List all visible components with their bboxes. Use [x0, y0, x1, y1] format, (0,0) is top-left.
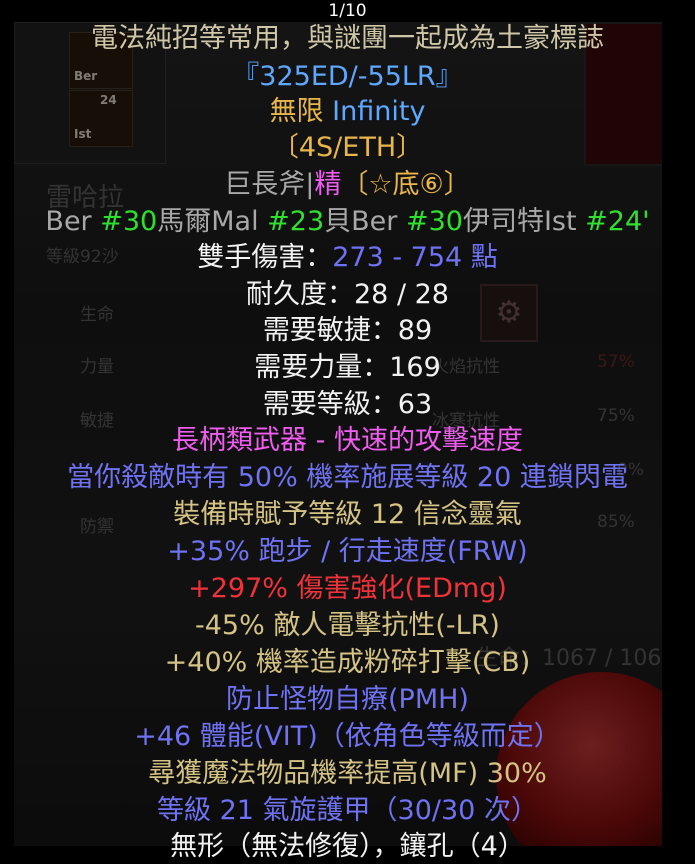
damage-label: 雙手傷害：	[197, 242, 333, 273]
durability: 耐久度：28 / 28	[246, 279, 449, 310]
mod-frw: +35% 跑步 / 行走速度(FRW)	[167, 536, 528, 567]
rune-number: #30	[100, 206, 158, 237]
base-extra: 〔☆底⑥〕	[341, 169, 471, 200]
tooltip-header: 電法純招等常用，與謎團一起成為土豪標誌	[91, 23, 604, 54]
damage-value: 273 - 754 點	[332, 242, 498, 273]
item-tooltip: 電法純招等常用，與謎團一起成為土豪標誌 『325ED/-55LR』 無限 Inf…	[0, 22, 695, 862]
rune-number: #23	[267, 206, 325, 237]
item-name-en: Infinity	[332, 96, 426, 127]
rune-name: Ber	[45, 206, 101, 237]
required-strength: 需要力量：169	[254, 352, 441, 383]
mod-chain-lightning: 當你殺敵時有 50% 機率施展等級 20 連鎖閃電	[67, 462, 628, 493]
mod-lr: -45% 敵人電擊抗性(-LR)	[195, 610, 500, 641]
required-dexterity: 需要敏捷：89	[262, 315, 433, 346]
mod-ethereal-socketed: 無形（無法修復），鑲孔（4）	[170, 831, 525, 862]
item-stats-summary: 『325ED/-55LR』	[232, 61, 463, 92]
runeword-runes: Ber #30馬爾Mal #23貝Ber #30伊司特Ist #24'	[0, 205, 695, 239]
mod-mf: 尋獲魔法物品機率提高(MF) 30%	[148, 758, 547, 789]
damage-line: 雙手傷害：273 - 754 點	[0, 241, 695, 275]
mod-cyclone-armor: 等級 21 氣旋護甲（30/30 次）	[157, 795, 538, 826]
rune-name: 伊司特Ist	[462, 206, 586, 237]
mod-conviction-aura: 裝備時賦予等級 12 信念靈氣	[173, 499, 522, 530]
rune-name: 貝Ber	[324, 206, 406, 237]
rune-number: #30	[405, 206, 463, 237]
rune-number: #24'	[585, 206, 650, 237]
item-name-cn: 無限	[269, 96, 324, 127]
weapon-class: 長柄類武器 - 快速的攻擊速度	[172, 425, 523, 456]
base-quality: 精	[314, 169, 342, 200]
base-separator: |	[305, 169, 315, 200]
item-name: 無限 Infinity	[0, 95, 695, 129]
mod-cb: +40% 機率造成粉碎打擊(CB)	[164, 647, 531, 678]
mod-pmh: 防止怪物自療(PMH)	[226, 684, 469, 715]
mod-vit: +46 體能(VIT)（依角色等級而定）	[134, 721, 561, 752]
base-item: 巨長斧	[224, 169, 306, 200]
item-base: 巨長斧|精〔☆底⑥〕	[0, 168, 695, 202]
mod-edmg: +297% 傷害強化(EDmg)	[188, 573, 507, 604]
rune-name: 馬爾Mal	[157, 206, 268, 237]
required-level: 需要等級：63	[262, 389, 433, 420]
page-counter: 1/10	[0, 0, 695, 22]
item-sockets: 〔4S/ETH〕	[271, 132, 424, 163]
